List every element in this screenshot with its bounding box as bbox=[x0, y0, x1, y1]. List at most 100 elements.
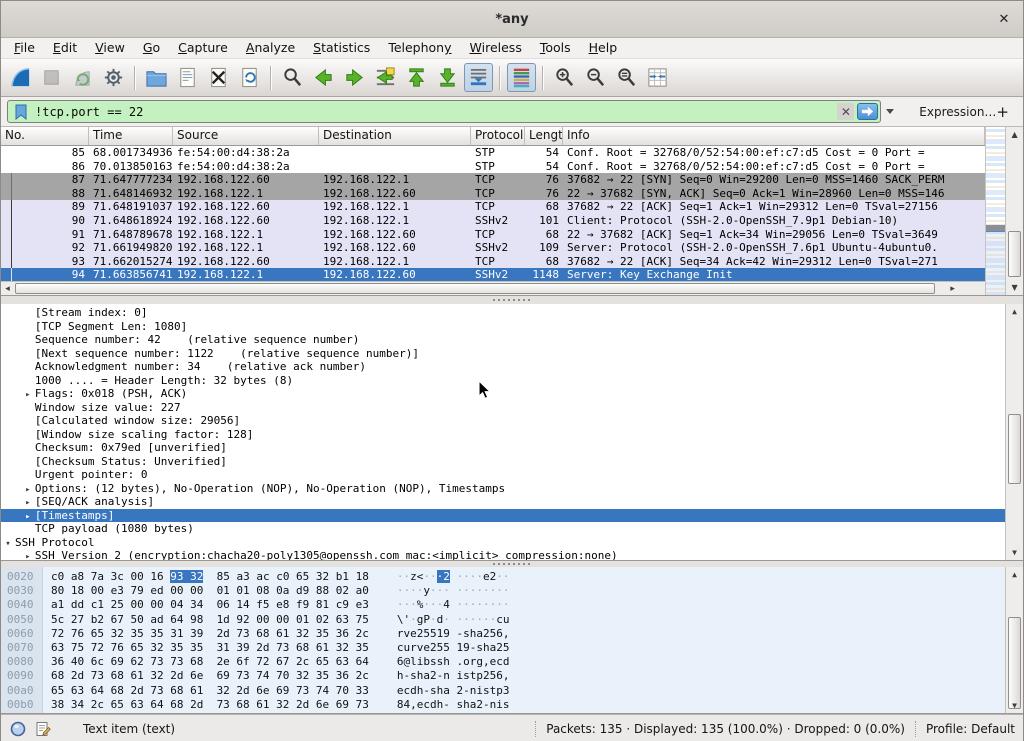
go-first-packet-icon[interactable] bbox=[402, 63, 431, 92]
detail-line[interactable]: Urgent pointer: 0 bbox=[1, 468, 1005, 482]
window-close-button[interactable]: ✕ bbox=[995, 10, 1013, 28]
hex-row[interactable]: 0020c0 a8 7a 3c 00 16 93 32 85 a3 ac c0 … bbox=[7, 570, 1005, 584]
save-file-icon[interactable] bbox=[173, 63, 202, 92]
hex-row[interactable]: 003080 18 00 e3 79 ed 00 00 01 01 08 0a … bbox=[7, 584, 1005, 598]
packet-list-vscrollbar[interactable]: ▲ ▼ bbox=[1005, 127, 1023, 295]
hex-row[interactable]: 006072 76 65 32 35 35 31 39 2d 73 68 61 … bbox=[7, 627, 1005, 641]
detail-line[interactable]: Checksum: 0x79ed [unverified] bbox=[1, 441, 1005, 455]
capture-options-icon[interactable] bbox=[99, 63, 128, 92]
detail-line[interactable]: [Window size scaling factor: 128] bbox=[1, 428, 1005, 442]
auto-scroll-icon[interactable] bbox=[464, 63, 493, 92]
expression-button[interactable]: Expression… bbox=[919, 105, 996, 119]
packet-row[interactable]: 9171.648789678192.168.122.1192.168.122.6… bbox=[1, 228, 985, 242]
column-header-time[interactable]: Time bbox=[89, 127, 173, 145]
hex-row[interactable]: 007063 75 72 76 65 32 35 35 31 39 2d 73 … bbox=[7, 641, 1005, 655]
expander-closed-icon[interactable]: ▸ bbox=[21, 484, 35, 496]
open-file-icon[interactable] bbox=[142, 63, 171, 92]
column-header-length[interactable]: Length bbox=[525, 127, 563, 145]
menu-capture[interactable]: Capture bbox=[169, 38, 237, 58]
hex-row[interactable]: 009068 2d 73 68 61 32 2d 6e 69 73 74 70 … bbox=[7, 669, 1005, 683]
column-header-protocol[interactable]: Protocol bbox=[471, 127, 525, 145]
menu-view[interactable]: View bbox=[86, 38, 134, 58]
menu-wireless[interactable]: Wireless bbox=[461, 38, 531, 58]
column-header-source[interactable]: Source bbox=[173, 127, 319, 145]
hscroll-thumb[interactable] bbox=[15, 283, 935, 294]
detail-line[interactable]: ▸SSH Version 2 (encryption:chacha20-poly… bbox=[1, 549, 1005, 560]
go-forward-icon[interactable] bbox=[340, 63, 369, 92]
restart-capture-icon[interactable] bbox=[68, 63, 97, 92]
detail-line[interactable]: ▸[Timestamps] bbox=[1, 509, 1005, 523]
menu-analyze[interactable]: Analyze bbox=[237, 38, 304, 58]
packet-row[interactable]: 8670.013850163fe:54:00:d4:38:2aSTP54Conf… bbox=[1, 160, 985, 174]
go-to-packet-icon[interactable] bbox=[371, 63, 400, 92]
detail-line[interactable]: 1000 .... = Header Length: 32 bytes (8) bbox=[1, 374, 1005, 388]
zoom-in-icon[interactable] bbox=[550, 63, 579, 92]
menu-edit[interactable]: Edit bbox=[44, 38, 86, 58]
menu-tools[interactable]: Tools bbox=[531, 38, 580, 58]
packet-row[interactable]: 8771.647777234192.168.122.60192.168.122.… bbox=[1, 173, 985, 187]
resize-columns-icon[interactable] bbox=[643, 63, 672, 92]
display-filter-field[interactable]: !tcp.port == 22 ✕ bbox=[7, 100, 881, 123]
menu-help[interactable]: Help bbox=[580, 38, 627, 58]
pane-splitter-top[interactable] bbox=[1, 296, 1023, 304]
expander-closed-icon[interactable]: ▸ bbox=[21, 497, 35, 509]
detail-line[interactable]: [Checksum Status: Unverified] bbox=[1, 455, 1005, 469]
details-vscrollbar[interactable]: ▲ ▼ bbox=[1005, 304, 1023, 560]
detail-line[interactable]: ▸[SEQ/ACK analysis] bbox=[1, 495, 1005, 509]
expander-closed-icon[interactable]: ▸ bbox=[21, 389, 35, 401]
detail-line[interactable]: [Calculated window size: 29056] bbox=[1, 414, 1005, 428]
start-capture-icon[interactable] bbox=[6, 63, 35, 92]
expert-info-icon[interactable] bbox=[9, 720, 27, 738]
reload-file-icon[interactable] bbox=[235, 63, 264, 92]
hex-row[interactable]: 00505c 27 b2 67 50 ad 64 98 1d 92 00 00 … bbox=[7, 613, 1005, 627]
menu-telephony[interactable]: Telephony bbox=[379, 38, 460, 58]
bytes-vscrollbar[interactable]: ▲ ▼ bbox=[1005, 567, 1023, 713]
filter-add-button[interactable]: + bbox=[996, 103, 1009, 121]
detail-line[interactable]: [TCP Segment Len: 1080] bbox=[1, 320, 1005, 334]
vscroll-down-arrow-icon[interactable]: ▼ bbox=[1006, 281, 1023, 294]
expander-closed-icon[interactable]: ▸ bbox=[21, 551, 35, 560]
column-header-info[interactable]: Info bbox=[563, 127, 985, 145]
hscroll-left-arrow-icon[interactable]: ◂ bbox=[1, 283, 14, 295]
colorize-icon[interactable] bbox=[507, 63, 536, 92]
detail-line[interactable]: ▾SSH Protocol bbox=[1, 536, 1005, 550]
menu-go[interactable]: Go bbox=[134, 38, 169, 58]
vscroll-up-arrow-icon[interactable]: ▲ bbox=[1006, 128, 1023, 141]
detail-line[interactable]: ▸Options: (12 bytes), No-Operation (NOP)… bbox=[1, 482, 1005, 496]
capture-comment-icon[interactable] bbox=[34, 720, 52, 738]
packet-list-minimap[interactable] bbox=[985, 127, 1005, 295]
go-back-icon[interactable] bbox=[309, 63, 338, 92]
bytes-scroll-down-icon[interactable]: ▼ bbox=[1006, 699, 1023, 712]
packet-row[interactable]: 8568.001734936fe:54:00:d4:38:2aSTP54Conf… bbox=[1, 146, 985, 160]
hex-row[interactable]: 00b038 34 2c 65 63 64 68 2d 73 68 61 32 … bbox=[7, 698, 1005, 712]
packet-row[interactable]: 9071.648618924192.168.122.60192.168.122.… bbox=[1, 214, 985, 228]
column-header-destination[interactable]: Destination bbox=[319, 127, 471, 145]
close-file-icon[interactable] bbox=[204, 63, 233, 92]
bytes-scroll-thumb[interactable] bbox=[1008, 617, 1021, 709]
detail-line[interactable]: ▸Flags: 0x018 (PSH, ACK) bbox=[1, 387, 1005, 401]
hex-row[interactable]: 00a065 63 64 68 2d 73 68 61 32 2d 6e 69 … bbox=[7, 684, 1005, 698]
details-scroll-down-icon[interactable]: ▼ bbox=[1006, 546, 1023, 559]
detail-line[interactable]: TCP payload (1080 bytes) bbox=[1, 522, 1005, 536]
zoom-out-icon[interactable] bbox=[581, 63, 610, 92]
menu-file[interactable]: File bbox=[5, 38, 44, 58]
menu-statistics[interactable]: Statistics bbox=[304, 38, 379, 58]
packet-row[interactable]: 9471.663856741192.168.122.1192.168.122.6… bbox=[1, 268, 985, 281]
hex-row[interactable]: 0040a1 dd c1 25 00 00 04 34 06 14 f5 e8 … bbox=[7, 598, 1005, 612]
filter-history-dropdown[interactable] bbox=[883, 100, 897, 123]
bytes-scroll-up-icon[interactable]: ▲ bbox=[1006, 568, 1023, 581]
status-profile[interactable]: Profile: Default bbox=[926, 722, 1015, 736]
filter-bookmark-icon[interactable] bbox=[12, 103, 30, 121]
packet-row[interactable]: 9271.661949820192.168.122.1192.168.122.6… bbox=[1, 241, 985, 255]
stop-capture-icon[interactable] bbox=[37, 63, 66, 92]
details-scroll-up-icon[interactable]: ▲ bbox=[1006, 305, 1023, 318]
display-filter-input[interactable]: !tcp.port == 22 bbox=[30, 105, 837, 119]
find-packet-icon[interactable] bbox=[278, 63, 307, 92]
packet-row[interactable]: 8871.648146932192.168.122.1192.168.122.6… bbox=[1, 187, 985, 201]
go-last-packet-icon[interactable] bbox=[433, 63, 462, 92]
packet-row[interactable]: 9371.662015274192.168.122.60192.168.122.… bbox=[1, 255, 985, 269]
expander-open-icon[interactable]: ▾ bbox=[1, 538, 15, 550]
detail-line[interactable]: Acknowledgment number: 34 (relative ack … bbox=[1, 360, 1005, 374]
detail-line[interactable]: [Stream index: 0] bbox=[1, 306, 1005, 320]
hscroll-right-arrow-icon[interactable]: ▸ bbox=[946, 283, 959, 295]
